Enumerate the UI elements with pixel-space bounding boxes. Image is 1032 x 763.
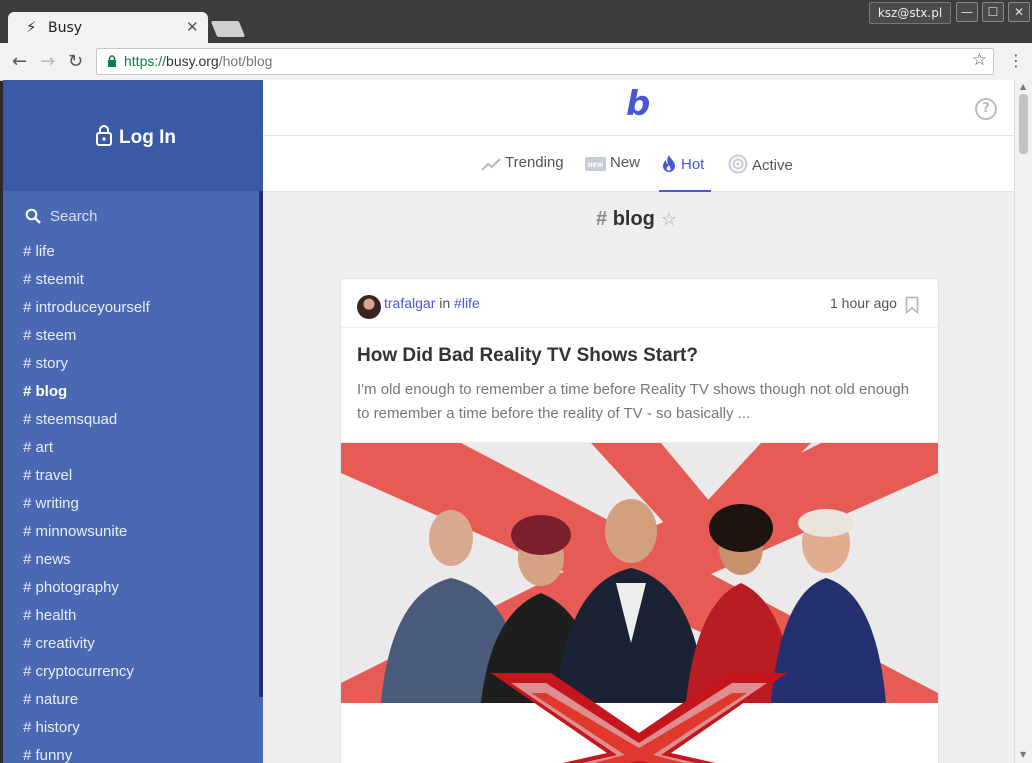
post-header: trafalgar in #life 1 hour ago (341, 279, 938, 328)
tab-active[interactable]: Active (728, 154, 793, 174)
avatar[interactable] (357, 295, 381, 319)
top-header: b ? (263, 80, 1014, 136)
byline-in: in (439, 295, 451, 311)
sidebar-search[interactable]: Search (25, 208, 98, 225)
maximize-button[interactable]: ☐ (982, 2, 1004, 22)
post-card[interactable]: trafalgar in #life 1 hour ago How Did Ba… (340, 278, 939, 763)
trending-icon (481, 158, 501, 171)
author-link[interactable]: trafalgar (384, 295, 435, 311)
sidebar-tag[interactable]: # funny (23, 742, 150, 763)
tab-trending-label: Trending (505, 154, 564, 171)
forward-icon[interactable]: → (40, 51, 55, 72)
sidebar-tag[interactable]: # news (23, 546, 150, 574)
close-window-button[interactable]: ✕ (1008, 2, 1030, 22)
reload-icon[interactable]: ↻ (68, 51, 83, 72)
tab-new-label: New (610, 154, 641, 171)
sidebar-tag[interactable]: # photography (23, 574, 150, 602)
search-icon (25, 208, 41, 224)
url-path: /hot/blog (218, 53, 273, 69)
help-icon[interactable]: ? (975, 98, 997, 120)
page-scrollbar[interactable]: ▲ ▼ (1014, 80, 1032, 763)
sidebar-tag[interactable]: # history (23, 714, 150, 742)
close-tab-icon[interactable]: ✕ (186, 18, 199, 36)
profile-chip[interactable]: ksz@stx.pl (869, 2, 951, 24)
back-icon[interactable]: ← (12, 51, 27, 72)
sidebar-tag[interactable]: # art (23, 434, 150, 462)
tab-new[interactable]: NEW New (585, 154, 640, 171)
bookmark-icon[interactable] (905, 296, 919, 314)
lock-icon (96, 125, 112, 146)
sidebar-tag[interactable]: # health (23, 602, 150, 630)
secure-lock-icon (108, 55, 116, 67)
page-title: # blog ☆ (596, 208, 677, 231)
sidebar-tag[interactable]: # creativity (23, 630, 150, 658)
tab-title: Busy (48, 20, 83, 36)
post-time: 1 hour ago (830, 295, 897, 311)
active-tab-indicator (659, 190, 711, 192)
flame-icon (663, 155, 675, 172)
post-cover-image[interactable] (341, 443, 938, 763)
sidebar-tag[interactable]: # writing (23, 490, 150, 518)
tab-trending[interactable]: Trending (481, 154, 564, 171)
minimize-button[interactable]: — (956, 2, 978, 22)
tab-active-label: Active (752, 157, 793, 174)
sidebar-tag-active[interactable]: # blog (23, 378, 150, 406)
busy-logo[interactable]: b (626, 84, 650, 124)
category-link[interactable]: #life (454, 295, 480, 311)
sidebar-tag[interactable]: # introduceyourself (23, 294, 150, 322)
favorite-star-icon[interactable]: ☆ (661, 209, 677, 229)
sidebar-tag[interactable]: # steem (23, 322, 150, 350)
address-bar[interactable]: https://busy.org/hot/blog ☆ (96, 48, 994, 75)
browser-titlebar: ⚡ Busy ✕ ksz@stx.pl — ☐ ✕ (0, 0, 1032, 43)
login-button[interactable]: Log In (95, 124, 176, 149)
bookmark-star-icon[interactable]: ☆ (972, 50, 987, 70)
sidebar-tag[interactable]: # steemsquad (23, 406, 150, 434)
main-content: b ? Trending NEW New Hot Active # blog ☆ t… (263, 80, 1014, 763)
post-byline: trafalgar in #life (384, 295, 480, 311)
search-placeholder: Search (50, 208, 98, 225)
sidebar-tag[interactable]: # cryptocurrency (23, 658, 150, 686)
active-icon (728, 154, 748, 174)
tab-hot-label: Hot (681, 156, 705, 173)
sidebar-tag[interactable]: # minnowsunite (23, 518, 150, 546)
sidebar-tag[interactable]: # story (23, 350, 150, 378)
tab-hot[interactable]: Hot (661, 154, 704, 173)
url-host: busy.org (166, 53, 219, 69)
sidebar-tag[interactable]: # life (23, 238, 150, 266)
browser-toolbar: ← → ↻ https://busy.org/hot/blog ☆ ⋮ (0, 43, 1032, 81)
login-label: Log In (119, 127, 176, 148)
new-tab-button[interactable] (210, 21, 246, 37)
post-title[interactable]: How Did Bad Reality TV Shows Start? (357, 345, 698, 367)
browser-tab[interactable]: ⚡ Busy ✕ (8, 12, 208, 43)
lightning-icon: ⚡ (26, 18, 37, 36)
browser-menu-icon[interactable]: ⋮ (1008, 51, 1024, 70)
scroll-down-icon[interactable]: ▼ (1020, 750, 1026, 759)
new-badge-icon: NEW (585, 157, 606, 171)
hash-symbol: # (596, 208, 608, 230)
login-area: Log In (3, 80, 263, 191)
page-tag: blog (612, 208, 655, 230)
new-badge-text: NEW (588, 162, 604, 169)
scroll-up-icon[interactable]: ▲ (1020, 82, 1026, 91)
sidebar-tag[interactable]: # steemit (23, 266, 150, 294)
url-scheme: https:// (124, 53, 167, 69)
sidebar-tag[interactable]: # travel (23, 462, 150, 490)
url-text: https://busy.org/hot/blog (124, 53, 272, 69)
sidebar: Log In Search # life # steemit # introdu… (3, 80, 263, 763)
sidebar-tag[interactable]: # nature (23, 686, 150, 714)
feed-nav: Trending NEW New Hot Active (263, 136, 1014, 192)
tag-list: # life # steemit # introduceyourself # s… (23, 238, 150, 763)
post-excerpt[interactable]: I'm old enough to remember a time before… (357, 378, 917, 426)
scroll-thumb[interactable] (1019, 94, 1028, 154)
